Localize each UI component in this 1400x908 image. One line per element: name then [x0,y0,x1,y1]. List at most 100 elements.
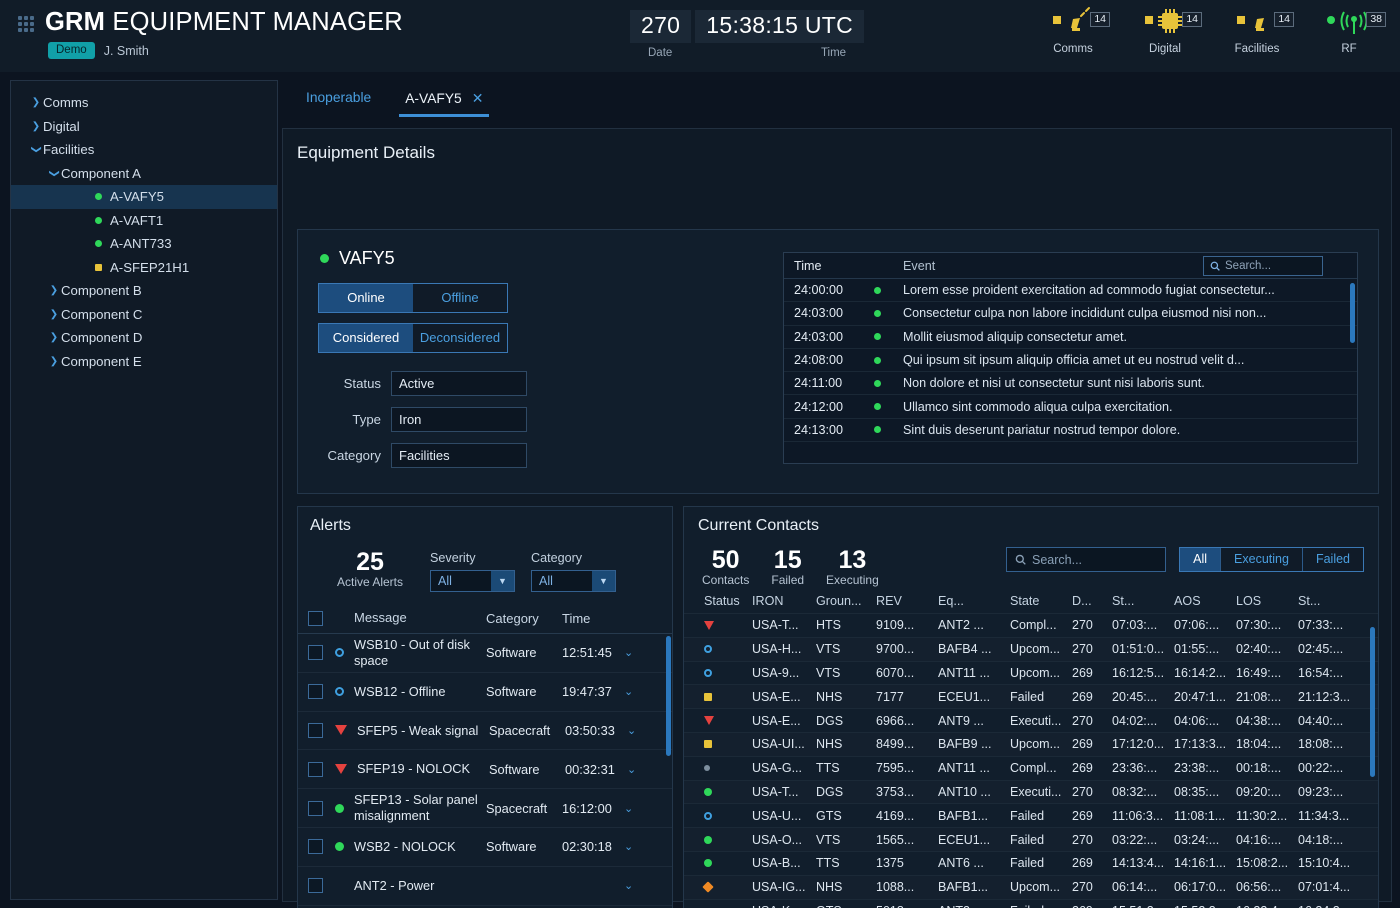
contacts-col-10[interactable]: St... [1298,594,1360,608]
contacts-col-9[interactable]: LOS [1236,594,1298,608]
chevron-right-icon[interactable]: ❯ [29,121,43,132]
toggle-considered[interactable]: Considered [319,324,413,352]
sidebar-item-comms[interactable]: ❯Comms [11,91,277,115]
sidebar-item-a-vafy5[interactable]: A-VAFY5 [11,185,277,209]
tab-a-vafy5[interactable]: A-VAFY5✕ [391,80,497,121]
sidebar-item-a-ant733[interactable]: A-ANT733 [11,232,277,256]
sidebar-item-a-vaft1[interactable]: A-VAFT1 [11,209,277,233]
sidebar-item-digital[interactable]: ❯Digital [11,115,277,139]
alert-row[interactable]: WSB10 - Out of disk spaceSoftware12:51:4… [298,634,672,673]
alert-checkbox[interactable] [308,645,323,660]
select-all-checkbox[interactable] [308,611,323,626]
chevron-right-icon[interactable]: ❯ [47,285,61,296]
sidebar-item-component-c[interactable]: ❯Component C [11,303,277,327]
contacts-row[interactable]: USA-E...NHS7177ECEU1...Failed26920:45:..… [684,684,1378,708]
event-log-search-input[interactable]: Search... [1203,256,1323,276]
chevron-down-icon[interactable]: ⌄ [624,802,633,815]
status-indicator-rf[interactable]: 38RF [1318,6,1380,55]
chevron-down-icon[interactable]: ❯ [49,166,60,180]
chevron-down-icon[interactable]: ❯ [31,143,42,157]
alerts-scrollbar[interactable] [666,636,671,756]
chevron-down-icon[interactable]: ⌄ [627,763,636,776]
alert-row[interactable]: WSB12 - OfflineSoftware19:47:37⌄ [298,673,672,712]
contacts-row[interactable]: USA-T...HTS9109...ANT2 ...Compl...27007:… [684,613,1378,637]
contacts-filter-group[interactable]: AllExecutingFailed [1179,547,1364,572]
contacts-row[interactable]: USA-O...VTS1565...ECEU1...Failed27003:22… [684,827,1378,851]
status-indicator-facilities[interactable]: 14Facilities [1226,6,1288,55]
sidebar-item-component-b[interactable]: ❯Component B [11,279,277,303]
field-input-type[interactable] [391,407,527,432]
sidebar-item-facilities[interactable]: ❯Facilities [11,138,277,162]
status-indicator-digital[interactable]: 14Digital [1134,6,1196,55]
contacts-col-5[interactable]: State [1010,594,1072,608]
chevron-right-icon[interactable]: ❯ [47,356,61,367]
event-log-row[interactable]: 24:11:00Non dolore et nisi ut consectetu… [784,372,1357,395]
status-indicator-comms[interactable]: 14Comms [1042,6,1104,55]
alert-checkbox[interactable] [308,723,323,738]
sidebar-item-component-d[interactable]: ❯Component D [11,326,277,350]
chevron-down-icon[interactable]: ⌄ [624,879,633,892]
close-icon[interactable]: ✕ [472,90,484,107]
event-log-row[interactable]: 24:08:00Qui ipsum sit ipsum aliquip offi… [784,349,1357,372]
alert-checkbox[interactable] [308,762,323,777]
tab-inoperable[interactable]: Inoperable [292,80,385,119]
event-log-row[interactable]: 24:13:00Sint duis deserunt pariatur nost… [784,419,1357,442]
contacts-row[interactable]: USA-UI...NHS8499...BAFB9 ...Upcom...2691… [684,732,1378,756]
app-grid-icon[interactable] [18,16,34,32]
contacts-col-1[interactable]: IRON [752,594,816,608]
alert-row[interactable]: SFEP19 - NOLOCKSoftware00:32:31⌄ [298,750,672,789]
alert-row[interactable]: SFEP13 - Solar panel misalignmentSpacecr… [298,789,672,828]
contacts-row[interactable]: USA-IG...NHS1088...BAFB1...Upcom...27006… [684,875,1378,899]
toggle-online[interactable]: Online [319,284,413,312]
sidebar-item-component-a[interactable]: ❯Component A [11,162,277,186]
contacts-row[interactable]: USA-H...VTS9700...BAFB4 ...Upcom...27001… [684,637,1378,661]
alert-checkbox[interactable] [308,878,323,893]
considered-toggle[interactable]: Considered Deconsidered [318,323,508,353]
contacts-row[interactable]: USA-B...TTS1375ANT6 ...Failed26914:13:4.… [684,851,1378,875]
sidebar-item-a-sfep21h1[interactable]: A-SFEP21H1 [11,256,277,280]
user-name[interactable]: J. Smith [104,44,149,58]
chevron-down-icon[interactable]: ⌄ [624,840,633,853]
contacts-filter-failed[interactable]: Failed [1303,548,1363,571]
field-input-status[interactable] [391,371,527,396]
chevron-right-icon[interactable]: ❯ [29,97,43,108]
contacts-row[interactable]: USA-9...VTS6070...ANT11 ...Upcom...26916… [684,661,1378,685]
contacts-filter-all[interactable]: All [1180,548,1221,571]
event-log-row[interactable]: 24:00:00Lorem esse proident exercitation… [784,279,1357,302]
chevron-right-icon[interactable]: ❯ [47,309,61,320]
toggle-offline[interactable]: Offline [413,284,507,312]
contacts-col-6[interactable]: D... [1072,594,1112,608]
alert-row[interactable]: ANT2 - Power⌄ [298,867,672,906]
severity-select[interactable]: All ▼ [430,570,515,592]
contacts-table[interactable]: StatusIRONGroun...REVEq...StateD... St...… [684,589,1378,908]
online-offline-toggle[interactable]: Online Offline [318,283,508,313]
contacts-scrollbar[interactable] [1370,627,1375,777]
contacts-col-2[interactable]: Groun... [816,594,876,608]
category-select[interactable]: All ▼ [531,570,616,592]
event-log-row[interactable]: 24:03:00Mollit eiusmod aliquip consectet… [784,326,1357,349]
alert-checkbox[interactable] [308,684,323,699]
contacts-filter-executing[interactable]: Executing [1221,548,1303,571]
chevron-down-icon[interactable]: ⌄ [627,724,636,737]
alert-row[interactable]: SFEP5 - Weak signalSpacecraft03:50:33⌄ [298,712,672,751]
contacts-col-0[interactable]: Status [690,594,752,608]
contacts-col-3[interactable]: REV [876,594,938,608]
alert-checkbox[interactable] [308,801,323,816]
contacts-row[interactable]: USA-G...TTS7595...ANT11 ...Compl...26923… [684,756,1378,780]
contacts-col-4[interactable]: Eq... [938,594,1010,608]
contacts-row[interactable]: USA-U...GTS4169...BAFB1...Failed26911:06… [684,803,1378,827]
contacts-row[interactable]: USA-T...DGS3753...ANT10 ...Executi...270… [684,780,1378,804]
event-log-row[interactable]: 24:12:00Ullamco sint commodo aliqua culp… [784,395,1357,418]
event-log-table[interactable]: Time Event Search... 24:00:00Lorem esse … [783,252,1358,464]
contacts-col-8[interactable]: AOS [1174,594,1236,608]
equipment-tree-sidebar[interactable]: ❯Comms❯Digital❯Facilities❯Component AA-V… [10,80,278,900]
chevron-down-icon[interactable]: ⌄ [624,646,633,659]
chevron-down-icon[interactable]: ⌄ [624,685,633,698]
event-log-row[interactable]: 24:03:00Consectetur culpa non labore inc… [784,302,1357,325]
contacts-row[interactable]: USA-E...DGS6966...ANT9 ...Executi...2700… [684,708,1378,732]
alert-checkbox[interactable] [308,839,323,854]
alert-row[interactable]: WSB2 - NOLOCKSoftware02:30:18⌄ [298,828,672,867]
sidebar-item-component-e[interactable]: ❯Component E [11,350,277,374]
event-log-scrollbar[interactable] [1350,283,1355,343]
field-input-category[interactable] [391,443,527,468]
